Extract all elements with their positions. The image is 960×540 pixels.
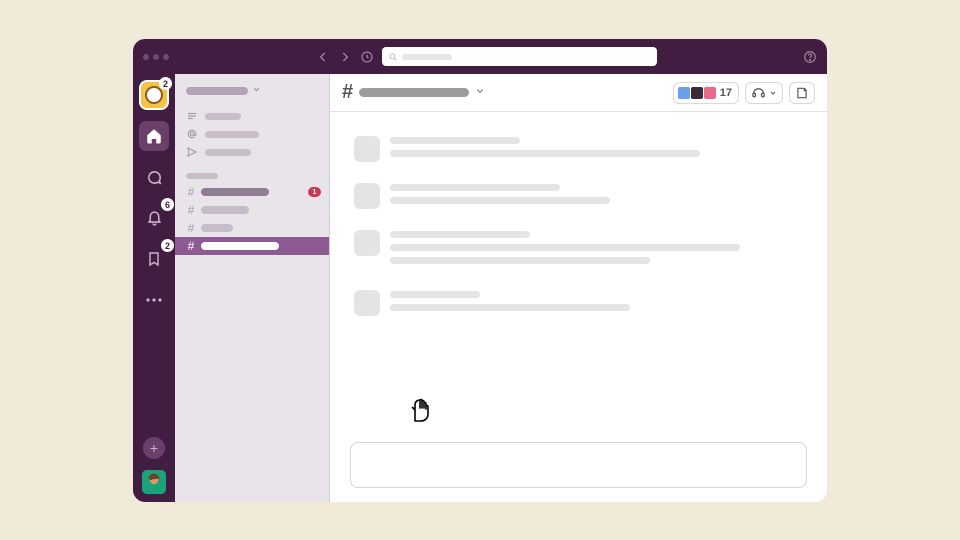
channel-header: # 17 <box>330 74 827 112</box>
search-input[interactable] <box>382 47 657 66</box>
canvas-button[interactable] <box>789 82 815 104</box>
message <box>354 230 803 270</box>
hash-icon: # <box>186 221 196 235</box>
search-placeholder <box>402 54 452 60</box>
search-icon <box>388 52 398 62</box>
message-avatar[interactable] <box>354 230 380 256</box>
history-button[interactable] <box>360 50 374 64</box>
home-button[interactable] <box>139 121 169 151</box>
threads-icon <box>186 110 198 122</box>
workspace-badge: 2 <box>159 77 172 90</box>
message-feed <box>330 112 827 442</box>
huddle-button[interactable] <box>745 82 783 104</box>
chevron-down-icon[interactable] <box>475 86 485 99</box>
members-button[interactable]: 17 <box>673 82 739 104</box>
later-button[interactable]: 2 <box>139 244 169 274</box>
dms-button[interactable] <box>139 162 169 192</box>
chevron-down-icon <box>252 85 261 97</box>
sidebar-nav-item[interactable] <box>175 125 329 143</box>
channel-name[interactable] <box>359 88 469 97</box>
channel-sidebar: #1### <box>175 74 330 502</box>
hash-icon: # <box>342 81 353 104</box>
message-avatar[interactable] <box>354 136 380 162</box>
sidebar-nav-item[interactable] <box>175 143 329 161</box>
workspace-switcher[interactable]: 2 <box>139 80 169 110</box>
sidebar-nav-item[interactable] <box>175 107 329 125</box>
section-label <box>186 173 218 179</box>
hash-icon: # <box>186 185 196 199</box>
message-avatar[interactable] <box>354 290 380 316</box>
more-button[interactable] <box>139 285 169 315</box>
traffic-lights[interactable] <box>143 54 169 60</box>
hash-icon: # <box>186 203 196 217</box>
message <box>354 136 803 163</box>
main-pane: # 17 <box>330 74 827 502</box>
mention-badge: 1 <box>308 187 321 197</box>
mentions-icon <box>186 128 198 140</box>
workspace-name[interactable] <box>175 80 329 107</box>
titlebar <box>133 39 827 74</box>
activity-badge: 6 <box>161 198 174 211</box>
create-button[interactable]: + <box>143 437 165 459</box>
workspace-rail: 2 6 2 + <box>133 74 175 502</box>
activity-button[interactable]: 6 <box>139 203 169 233</box>
forward-button[interactable] <box>338 50 352 64</box>
message-composer[interactable] <box>350 442 807 488</box>
message-avatar[interactable] <box>354 183 380 209</box>
member-count: 17 <box>720 87 732 99</box>
channel-item[interactable]: # <box>175 201 329 219</box>
help-button[interactable] <box>803 50 817 64</box>
channel-item[interactable]: #1 <box>175 183 329 201</box>
app-window: 2 6 2 + <box>133 39 827 502</box>
channel-item[interactable]: # <box>175 237 329 255</box>
channel-item[interactable]: # <box>175 219 329 237</box>
drafts-icon <box>186 146 198 158</box>
back-button[interactable] <box>316 50 330 64</box>
message <box>354 183 803 210</box>
later-badge: 2 <box>161 239 174 252</box>
message <box>354 290 803 317</box>
hash-icon: # <box>186 239 196 253</box>
user-avatar[interactable] <box>142 470 166 494</box>
